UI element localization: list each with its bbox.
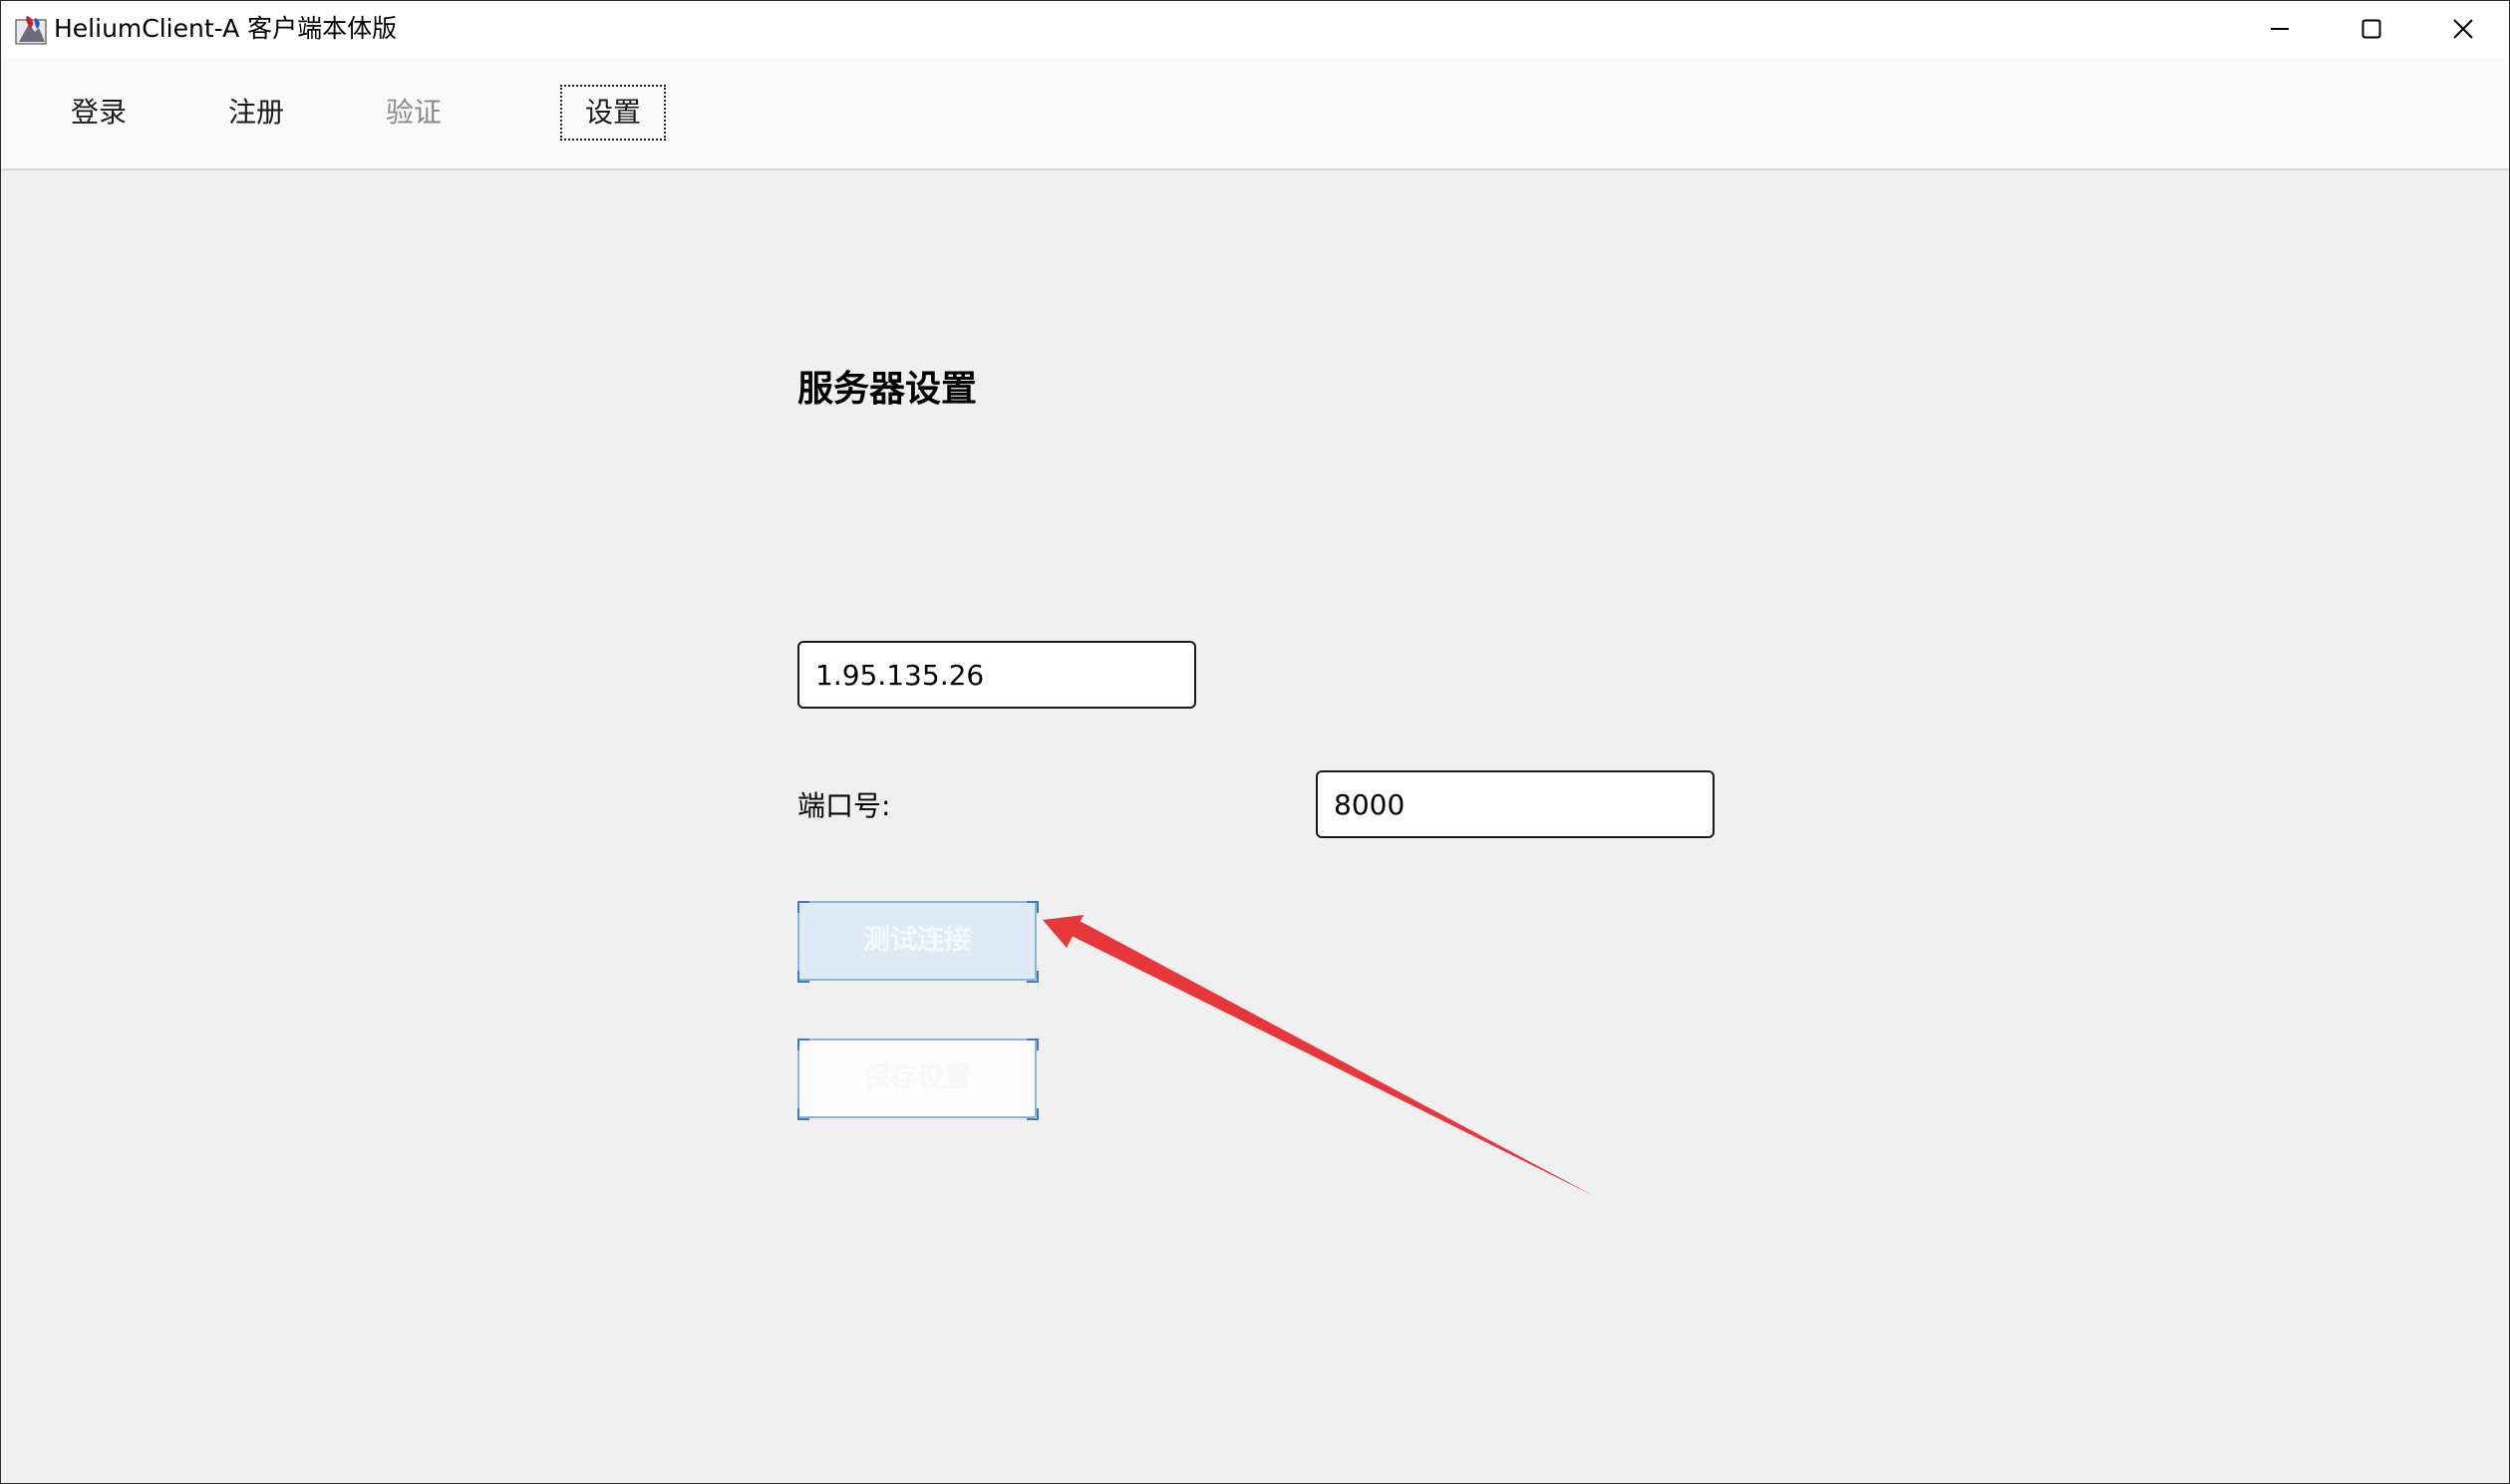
port-label: 端口号:: [797, 789, 891, 822]
test-connection-button[interactable]: 测试连接: [797, 901, 1037, 981]
port-input[interactable]: [1316, 770, 1715, 838]
focus-corner: [1027, 971, 1039, 983]
minimize-icon: [2271, 28, 2289, 30]
section-title: 服务器设置: [797, 369, 978, 410]
focus-corner: [797, 1039, 809, 1050]
close-button[interactable]: [2417, 1, 2509, 57]
focus-corner: [1027, 1039, 1039, 1050]
minimize-button[interactable]: [2234, 1, 2326, 57]
focus-corner: [797, 1108, 809, 1120]
tab-settings[interactable]: 设置: [560, 85, 666, 141]
window-title: HeliumClient-A 客户端本体版: [54, 14, 398, 43]
app-window: HeliumClient-A 客户端本体版 登录 注册 验证 设置 服务器设置 …: [0, 0, 2510, 1484]
close-icon: [2453, 19, 2473, 39]
focus-corner: [1027, 901, 1039, 913]
settings-panel: [1, 170, 2509, 1483]
tab-verify[interactable]: 验证: [386, 85, 442, 141]
tab-register[interactable]: 注册: [228, 85, 284, 141]
app-icon: [15, 16, 47, 45]
title-bar[interactable]: HeliumClient-A 客户端本体版: [1, 1, 2509, 57]
maximize-button[interactable]: [2326, 1, 2417, 57]
server-address-input[interactable]: [797, 641, 1196, 709]
tab-bar: 登录 注册 验证 设置: [1, 57, 2509, 170]
tab-login[interactable]: 登录: [71, 85, 127, 141]
save-settings-button[interactable]: 保存设置: [797, 1039, 1037, 1118]
focus-corner: [1027, 1108, 1039, 1120]
maximize-icon: [2361, 19, 2381, 39]
focus-corner: [797, 971, 809, 983]
focus-corner: [797, 901, 809, 913]
